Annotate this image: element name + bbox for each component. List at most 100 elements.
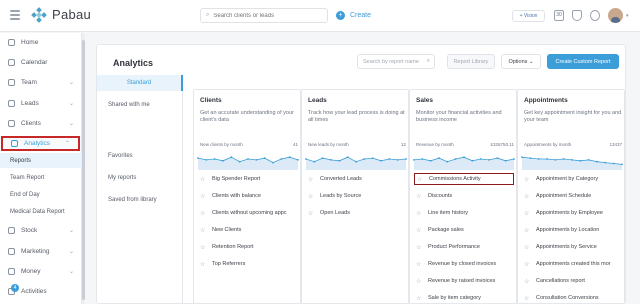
tab-standard[interactable]: Standard [97,75,183,91]
star-icon[interactable]: ☆ [200,210,206,217]
report-item[interactable]: ☆ Appointment Schedule [524,191,624,201]
report-item[interactable]: ☆ Consultation Conversions [524,293,624,303]
report-item[interactable]: ☆ Clients without upcoming appc [200,208,300,218]
brand-logo[interactable]: Pabau [31,6,91,23]
sidebar-item-team[interactable]: Team ⌄ [0,75,82,89]
star-icon[interactable]: ☆ [416,295,422,302]
report-item[interactable]: ☆ Retention Report [200,242,300,252]
star-icon[interactable]: ☆ [416,261,422,268]
report-library-button[interactable]: Report Library [447,54,495,69]
sidebar-subitem-end-of-day[interactable]: End of Day [0,187,82,202]
star-icon[interactable]: ☆ [200,227,206,234]
report-item[interactable]: ☆ Appointments by Service [524,242,624,252]
sparkline-point [396,159,399,161]
column-title: Leads [308,97,327,104]
report-item[interactable]: ☆ Leads by Source [308,191,408,201]
options-button[interactable]: Options ⌄ [501,54,541,69]
avatar[interactable] [608,8,623,23]
report-item[interactable]: ☆ Revenue by closed invoices [416,259,516,269]
star-icon[interactable]: ☆ [308,193,314,200]
report-item[interactable]: ☆ Big Spender Report [200,174,300,184]
sparkline-point [529,157,532,159]
report-item[interactable]: ☆ Appointments by Employee [524,208,624,218]
sidebar-subitem-reports[interactable]: Reports [0,153,82,168]
tab-saved-from-library[interactable]: Saved from library [97,192,183,208]
star-icon[interactable]: ☆ [200,193,206,200]
metric-label: Revenue by month [416,142,454,147]
calendar-icon[interactable]: 30 [554,10,564,21]
sidebar-item-money[interactable]: Money ⌄ [0,264,82,278]
star-icon[interactable]: ☆ [524,278,530,285]
sidebar-item-clients[interactable]: Clients ⌄ [0,116,82,130]
analytics-icon [11,140,18,147]
report-item[interactable]: ☆ Product Performance [416,242,516,252]
vision-button[interactable]: + Vision [512,10,545,22]
star-icon[interactable]: ☆ [308,210,314,217]
star-icon[interactable]: ☆ [524,210,530,217]
sparkline-point [463,156,465,159]
global-search[interactable]: ⌕ [200,8,328,23]
star-icon[interactable]: ☆ [524,295,530,302]
report-item-label: Appointments by Service [536,244,597,250]
star-icon[interactable]: ☆ [416,210,422,217]
report-item[interactable]: ☆ Clients with balance [200,191,300,201]
tab-favorites[interactable]: Favorites [97,148,183,164]
sparkline-point [496,157,499,159]
star-icon[interactable]: ☆ [200,261,206,268]
star-icon[interactable]: ☆ [524,244,530,251]
star-icon[interactable]: ☆ [416,278,422,285]
tab-shared-with-me[interactable]: Shared with me [97,97,183,113]
menu-icon[interactable] [10,10,20,20]
sparkline-point [479,158,482,160]
report-item[interactable]: ☆ New Clients [200,225,300,235]
sparkline-point [330,159,332,161]
global-search-input[interactable] [213,12,314,19]
sidebar-item-stock[interactable]: Stock ⌄ [0,223,82,237]
sidebar-subitem-team-report[interactable]: Team Report [0,170,82,185]
star-icon[interactable]: ☆ [524,261,530,268]
report-item[interactable]: ☆ Cancellations report [524,276,624,286]
report-item[interactable]: ☆ Open Leads [308,208,408,218]
sidebar-scrollbar-thumb[interactable] [82,40,85,300]
report-item[interactable]: ☆ Top Referrers [200,259,300,269]
star-icon[interactable]: ☆ [524,193,530,200]
star-icon[interactable]: ☆ [308,176,314,183]
sidebar-subitem-medical-data-report[interactable]: Medical Data Report [0,204,82,219]
report-item[interactable]: ☆ Revenue by raised invoices [416,276,516,286]
sidebar-item-marketing[interactable]: Marketing ⌄ [0,244,82,258]
sidebar-item-leads[interactable]: Leads ⌄ [0,96,82,110]
star-icon[interactable]: ☆ [416,244,422,251]
report-item[interactable]: ☆ Converted Leads [308,174,408,184]
report-item[interactable]: ☆ Commissions Activity [414,173,514,185]
sparkline-point [247,158,249,160]
star-icon[interactable]: ☆ [416,193,422,200]
tab-my-reports[interactable]: My reports [97,170,183,186]
chevron-down-icon[interactable]: ▾ [626,13,629,19]
help-icon[interactable] [590,10,600,21]
star-icon[interactable]: ☆ [200,176,206,183]
sidebar-item-calendar[interactable]: Calendar [0,55,82,69]
star-icon[interactable]: ☆ [416,227,422,234]
notifications-icon[interactable] [572,10,582,21]
star-icon[interactable]: ☆ [417,176,423,183]
star-icon[interactable]: ☆ [524,227,530,234]
star-icon[interactable]: ☆ [524,176,530,183]
sparkline-chart [305,156,407,170]
report-search-input[interactable]: Search by report name [357,54,435,69]
pabau-logo-icon [31,6,47,23]
report-item[interactable]: ☆ Sale by item category [416,293,516,303]
report-item[interactable]: ☆ Appointments by Location [524,225,624,235]
money-icon [8,267,15,275]
report-item[interactable]: ☆ Discounts [416,191,516,201]
create-custom-report-button[interactable]: Create Custom Report [547,54,619,69]
sidebar-item-home[interactable]: Home [0,35,82,49]
report-item[interactable]: ☆ Appointment by Category [524,174,624,184]
report-item-label: Appointment Schedule [536,193,592,199]
sidebar-item-analytics[interactable]: Analytics ⌃ [1,136,80,151]
star-icon[interactable]: ☆ [200,244,206,251]
report-item[interactable]: ☆ Package sales [416,225,516,235]
report-item[interactable]: ☆ Line item history [416,208,516,218]
sparkline-point [363,158,366,160]
create-button[interactable]: + Create [336,8,371,23]
report-item[interactable]: ☆ Appointments created this mor [524,259,624,269]
